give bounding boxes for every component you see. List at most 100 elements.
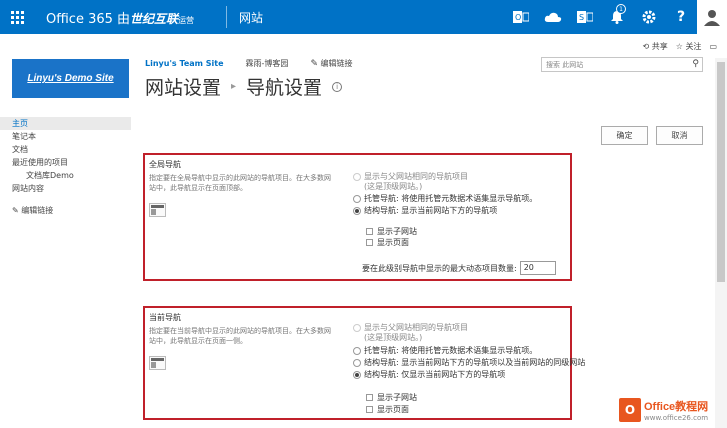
watermark: O Office教程网 www.office26.com	[619, 398, 709, 422]
app-name[interactable]: 网站	[239, 9, 263, 26]
option-label: 显示与父网站相同的导航项目	[364, 172, 468, 181]
leftnav-item-recent[interactable]: 最近使用的项目	[0, 156, 131, 169]
pencil-icon: ✎	[12, 206, 19, 215]
site-logo-text: Linyu's Demo Site	[27, 73, 114, 84]
global-show-subsites-checkbox[interactable]: 显示子网站	[366, 226, 417, 237]
breadcrumb-arrow-icon: ▸	[231, 81, 237, 92]
radio-icon[interactable]	[353, 173, 361, 181]
follow-button[interactable]: ☆ 关注	[676, 41, 702, 52]
brand-partner: 世纪互联	[130, 12, 179, 26]
pencil-icon: ✎	[310, 59, 318, 69]
option-label: 显示与父网站相同的导航项目	[364, 323, 468, 332]
breadcrumb-site-settings[interactable]: 网站设置	[145, 73, 221, 100]
user-avatar[interactable]	[697, 0, 727, 34]
current-option-inherit[interactable]: 显示与父网站相同的导航项目 (这是顶级网站。)	[353, 323, 468, 343]
option-label: 结构导航: 显示当前网站下方的导航项以及当前网站的同级网站	[364, 358, 586, 367]
follow-label: 关注	[685, 42, 702, 51]
page-title: 网站设置 ▸ 导航设置 i	[145, 73, 343, 100]
brand-operator: 运营	[178, 16, 195, 25]
section-title: 全局导航	[149, 160, 181, 169]
option-label: 结构导航: 仅显示当前网站下方的导航项	[364, 370, 506, 379]
app-launcher-icon[interactable]	[0, 0, 34, 34]
settings-gear-icon[interactable]	[633, 0, 665, 34]
cancel-button[interactable]: 取消	[656, 126, 703, 145]
breadcrumb-current: 导航设置	[246, 77, 323, 99]
leftnav-item-notebook[interactable]: 笔记本	[0, 130, 131, 143]
leftnav-item-documents[interactable]: 文档	[0, 143, 131, 156]
topnav-edit-link[interactable]: ✎ 编辑链接	[310, 58, 352, 69]
max-items-label: 要在此级别导航中显示的最大动态项目数量:	[362, 263, 517, 273]
radio-icon[interactable]	[353, 371, 361, 379]
radio-icon[interactable]	[353, 347, 361, 355]
leftnav-edit-link[interactable]: ✎ 编辑链接	[0, 205, 131, 216]
radio-icon[interactable]	[353, 207, 361, 215]
section-description: 指定要在全局导航中显示的此网站的导航项目。在大多数网站中，此导航显示在页面顶部。	[149, 174, 331, 192]
checkbox-label: 显示页面	[377, 405, 409, 414]
notification-badge: 1	[616, 4, 626, 14]
option-label: 托管导航: 将使用托管元数据术语集显示导航项。	[364, 194, 538, 203]
suite-bar: Office 365 由世纪互联运营 网站 O S 1 ?	[0, 0, 727, 34]
scrollbar-thumb[interactable]	[717, 62, 725, 282]
share-button[interactable]: ⟲ 共享	[642, 41, 667, 52]
current-nav-thumbnail-icon	[149, 356, 166, 370]
brand-main: Office 365	[46, 12, 118, 27]
focus-content-icon[interactable]: ▭	[709, 42, 717, 51]
checkbox-label: 显示子网站	[377, 393, 417, 402]
checkbox-icon[interactable]	[366, 394, 373, 401]
watermark-title: Office教程网	[644, 401, 709, 413]
checkbox-icon[interactable]	[366, 239, 373, 246]
watermark-url: www.office26.com	[644, 414, 709, 422]
suite-icons: O S 1 ?	[505, 0, 727, 34]
global-option-managed[interactable]: 托管导航: 将使用托管元数据术语集显示导航项。	[353, 194, 537, 204]
svg-text:O: O	[515, 13, 521, 22]
ok-button[interactable]: 确定	[601, 126, 648, 145]
brand-by: 由	[117, 12, 131, 27]
info-icon[interactable]: i	[332, 81, 343, 92]
share-label: 共享	[651, 42, 668, 51]
radio-icon[interactable]	[353, 324, 361, 332]
checkbox-icon[interactable]	[366, 228, 373, 235]
svg-text:S: S	[579, 13, 584, 22]
site-logo[interactable]: Linyu's Demo Site	[12, 59, 129, 98]
option-note: (这是顶级网站。)	[364, 333, 423, 342]
section-title: 当前导航	[149, 313, 181, 322]
leftnav-item-doclib-demo[interactable]: 文档库Demo	[0, 169, 131, 182]
checkbox-label: 显示页面	[377, 238, 409, 247]
quick-launch: 主页 笔记本 文档 最近使用的项目 文档库Demo 网站内容 ✎ 编辑链接	[0, 117, 131, 216]
current-option-structural-siblings[interactable]: 结构导航: 显示当前网站下方的导航项以及当前网站的同级网站	[353, 358, 585, 368]
global-option-inherit[interactable]: 显示与父网站相同的导航项目 (这是顶级网站。)	[353, 172, 468, 192]
leftnav-edit-label: 编辑链接	[21, 206, 54, 215]
outlook-icon[interactable]: O	[505, 0, 537, 34]
global-max-items-row: 要在此级别导航中显示的最大动态项目数量: 20	[362, 261, 556, 275]
current-navigation-section: 当前导航 指定要在当前导航中显示的此网站的导航项目。在大多数网站中，此导航显示在…	[143, 306, 585, 420]
star-icon: ☆	[675, 42, 683, 51]
radio-icon[interactable]	[353, 195, 361, 203]
office365-brand[interactable]: Office 365 由世纪互联运营	[46, 8, 194, 27]
current-option-managed[interactable]: 托管导航: 将使用托管元数据术语集显示导航项。	[353, 346, 537, 356]
top-navigation: Linyu's Team Site 霖雨-博客园 ✎ 编辑链接	[145, 58, 353, 69]
current-option-structural-below[interactable]: 结构导航: 仅显示当前网站下方的导航项	[353, 370, 505, 380]
option-label: 结构导航: 显示当前网站下方的导航项	[364, 206, 498, 215]
topnav-item-blog[interactable]: 霖雨-博客园	[246, 58, 289, 69]
help-icon[interactable]: ?	[665, 0, 697, 34]
notifications-bell-icon[interactable]: 1	[601, 0, 633, 34]
current-show-subsites-checkbox[interactable]: 显示子网站	[366, 392, 417, 403]
office-logo-icon: O	[619, 398, 641, 422]
search-input[interactable]: 搜索 此网站 ⚲	[541, 57, 703, 72]
sharepoint-icon[interactable]: S	[569, 0, 601, 34]
current-show-pages-checkbox[interactable]: 显示页面	[366, 404, 409, 415]
share-icon: ⟲	[642, 42, 650, 51]
max-items-input[interactable]: 20	[519, 261, 556, 275]
leftnav-item-site-contents[interactable]: 网站内容	[0, 182, 131, 195]
topnav-site-title[interactable]: Linyu's Team Site	[145, 59, 224, 68]
checkbox-icon[interactable]	[366, 406, 373, 413]
radio-icon[interactable]	[353, 359, 361, 367]
leftnav-item-home[interactable]: 主页	[0, 117, 131, 130]
global-option-structural[interactable]: 结构导航: 显示当前网站下方的导航项	[353, 206, 497, 216]
global-show-pages-checkbox[interactable]: 显示页面	[366, 237, 409, 248]
topnav-edit-label: 编辑链接	[320, 59, 353, 68]
search-placeholder: 搜索 此网站	[546, 61, 584, 69]
share-follow-bar: ⟲ 共享 ☆ 关注 ▭	[642, 41, 717, 52]
onedrive-icon[interactable]	[537, 0, 569, 34]
search-icon[interactable]: ⚲	[692, 59, 699, 69]
